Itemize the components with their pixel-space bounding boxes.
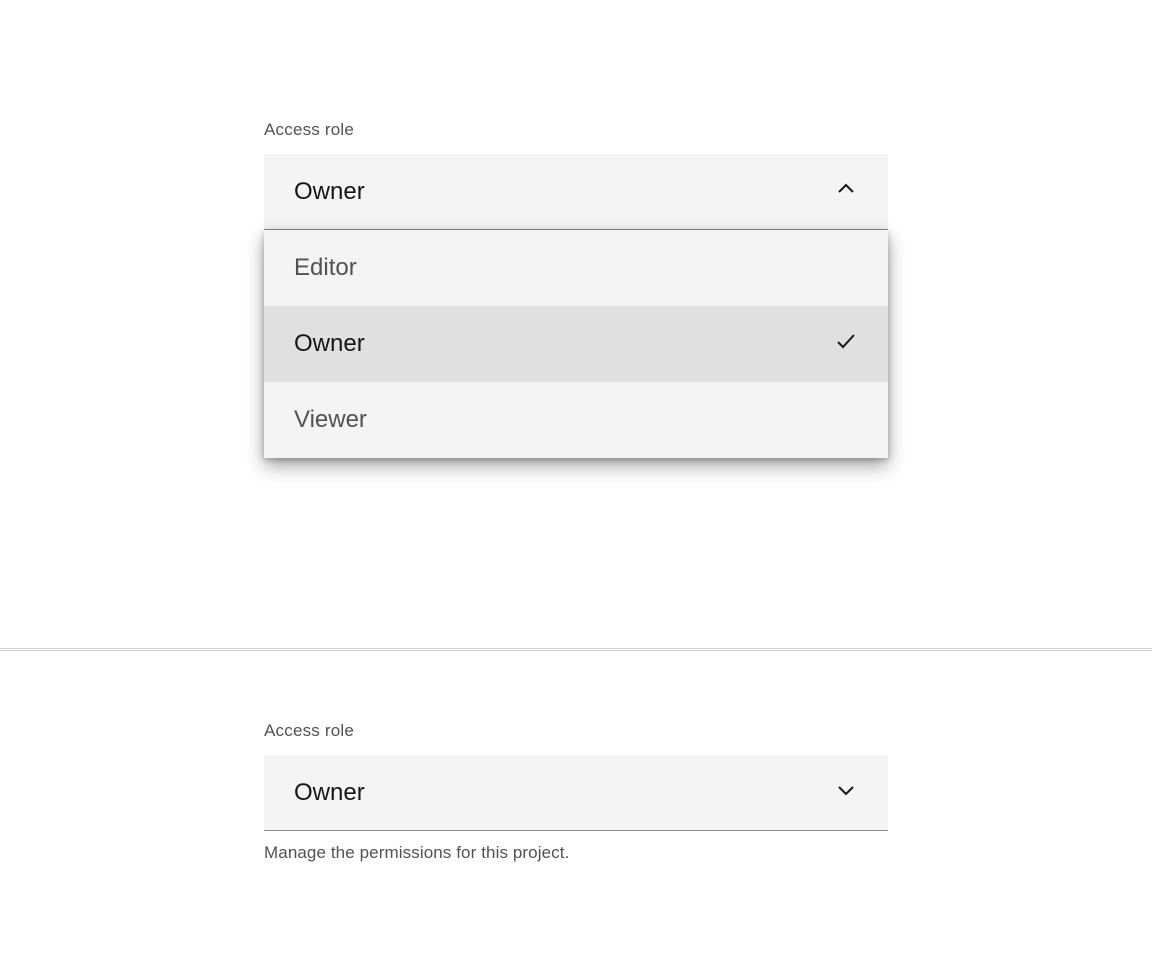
access-role-selected-value: Owner [294,178,365,206]
check-icon [834,329,858,360]
access-role-option-editor[interactable]: Editor [264,230,888,306]
access-role-label: Access role [264,721,888,741]
option-label: Editor [294,254,357,282]
access-role-select-trigger[interactable]: Owner [264,154,888,230]
access-role-menu: Editor Owner Viewer [264,230,888,458]
access-role-label: Access role [264,120,888,140]
access-role-selected-value: Owner [294,779,365,807]
example-open-dropdown: Access role Owner Editor Owner Viewer [0,0,1152,648]
access-role-field: Access role Owner Manage the permissions… [264,721,888,863]
example-closed-dropdown: Access role Owner Manage the permissions… [0,651,1152,973]
option-label: Viewer [294,406,367,434]
chevron-down-icon [834,778,858,807]
access-role-field: Access role Owner Editor Owner Viewer [264,120,888,458]
access-role-select-trigger[interactable]: Owner [264,755,888,831]
option-label: Owner [294,330,365,358]
chevron-up-icon [834,177,858,206]
access-role-helper-text: Manage the permissions for this project. [264,843,888,863]
access-role-option-viewer[interactable]: Viewer [264,382,888,458]
access-role-option-owner[interactable]: Owner [264,306,888,382]
